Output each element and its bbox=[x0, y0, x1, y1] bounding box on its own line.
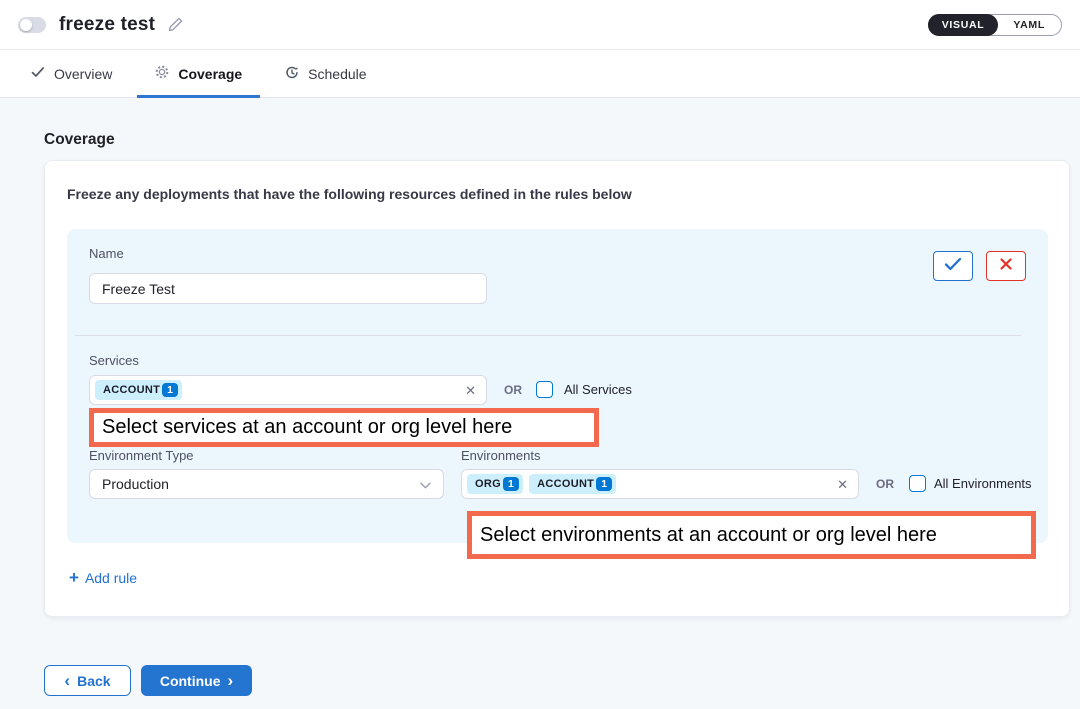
back-button-label: Back bbox=[77, 673, 110, 689]
chevron-down-icon bbox=[420, 476, 431, 492]
service-tag-count-badge: 1 bbox=[162, 383, 178, 397]
environment-type-value: Production bbox=[102, 476, 169, 492]
tab-schedule-label: Schedule bbox=[308, 66, 366, 82]
environment-tag-text: ACCOUNT bbox=[537, 478, 594, 490]
environments-annotation: Select environments at an account or org… bbox=[467, 511, 1036, 559]
chevron-left-icon: ‹ bbox=[64, 672, 70, 689]
environment-tag-org[interactable]: ORG 1 bbox=[467, 474, 523, 494]
clear-services-icon[interactable]: ✕ bbox=[465, 384, 476, 397]
all-services-checkbox[interactable] bbox=[536, 381, 553, 398]
divider bbox=[75, 335, 1021, 336]
freeze-enabled-toggle[interactable] bbox=[18, 17, 46, 33]
toggle-knob bbox=[20, 19, 32, 31]
coverage-card: Freeze any deployments that have the fol… bbox=[44, 160, 1070, 617]
tab-bar: Overview Coverage Schedule bbox=[0, 50, 1080, 98]
add-rule-button[interactable]: + Add rule bbox=[69, 569, 137, 586]
environment-tag-account[interactable]: ACCOUNT 1 bbox=[529, 474, 616, 494]
tab-overview-label: Overview bbox=[54, 66, 112, 82]
plus-icon: + bbox=[69, 569, 79, 586]
continue-button[interactable]: Continue › bbox=[141, 665, 252, 696]
services-label: Services bbox=[89, 353, 139, 368]
gear-icon bbox=[154, 64, 170, 83]
check-icon bbox=[30, 64, 46, 83]
environments-input[interactable]: ORG 1 ACCOUNT 1 ✕ bbox=[461, 469, 859, 499]
check-icon bbox=[944, 257, 962, 276]
tab-overview[interactable]: Overview bbox=[30, 64, 112, 83]
add-rule-label: Add rule bbox=[85, 570, 137, 586]
environment-tag-count-badge: 1 bbox=[503, 477, 519, 491]
name-label: Name bbox=[89, 246, 124, 261]
yaml-toggle-option[interactable]: YAML bbox=[997, 19, 1061, 31]
all-environments-checkbox[interactable] bbox=[909, 475, 926, 492]
environment-type-select[interactable]: Production bbox=[89, 469, 444, 499]
freeze-window: freeze test VISUAL YAML Overview Coverag… bbox=[0, 0, 1080, 709]
schedule-clock-icon bbox=[284, 64, 300, 83]
name-input[interactable] bbox=[89, 273, 487, 304]
service-tag-account[interactable]: ACCOUNT 1 bbox=[95, 380, 182, 400]
visual-toggle-option[interactable]: VISUAL bbox=[928, 14, 999, 36]
services-or-label: OR bbox=[504, 383, 522, 397]
services-annotation: Select services at an account or org lev… bbox=[89, 408, 599, 447]
continue-button-label: Continue bbox=[160, 673, 221, 689]
environments-or-label: OR bbox=[876, 477, 894, 491]
close-x-icon bbox=[999, 257, 1013, 276]
chevron-right-icon: › bbox=[227, 672, 233, 689]
view-mode-toggle: VISUAL YAML bbox=[928, 14, 1062, 36]
environment-tag-text: ORG bbox=[475, 478, 501, 490]
all-services-label: All Services bbox=[564, 382, 632, 397]
environment-type-label: Environment Type bbox=[89, 448, 194, 463]
confirm-rule-button[interactable] bbox=[933, 251, 973, 281]
edit-pencil-icon[interactable] bbox=[167, 16, 184, 33]
services-input[interactable]: ACCOUNT 1 ✕ bbox=[89, 375, 487, 405]
tab-schedule[interactable]: Schedule bbox=[284, 64, 366, 83]
header: freeze test VISUAL YAML bbox=[0, 0, 1080, 50]
section-title: Coverage bbox=[44, 131, 115, 149]
back-button[interactable]: ‹ Back bbox=[44, 665, 131, 696]
environments-label: Environments bbox=[461, 448, 540, 463]
tab-coverage-label: Coverage bbox=[178, 66, 242, 82]
page-title: freeze test bbox=[59, 14, 155, 36]
all-environments-label: All Environments bbox=[934, 476, 1032, 491]
card-description: Freeze any deployments that have the fol… bbox=[67, 186, 632, 202]
clear-environments-icon[interactable]: ✕ bbox=[837, 478, 848, 491]
tab-coverage[interactable]: Coverage bbox=[154, 64, 242, 83]
rule-panel: Name Services ACCOUNT 1 ✕ bbox=[67, 229, 1048, 543]
active-tab-indicator bbox=[137, 95, 260, 98]
service-tag-text: ACCOUNT bbox=[103, 384, 160, 396]
delete-rule-button[interactable] bbox=[986, 251, 1026, 281]
environment-tag-count-badge: 1 bbox=[596, 477, 612, 491]
